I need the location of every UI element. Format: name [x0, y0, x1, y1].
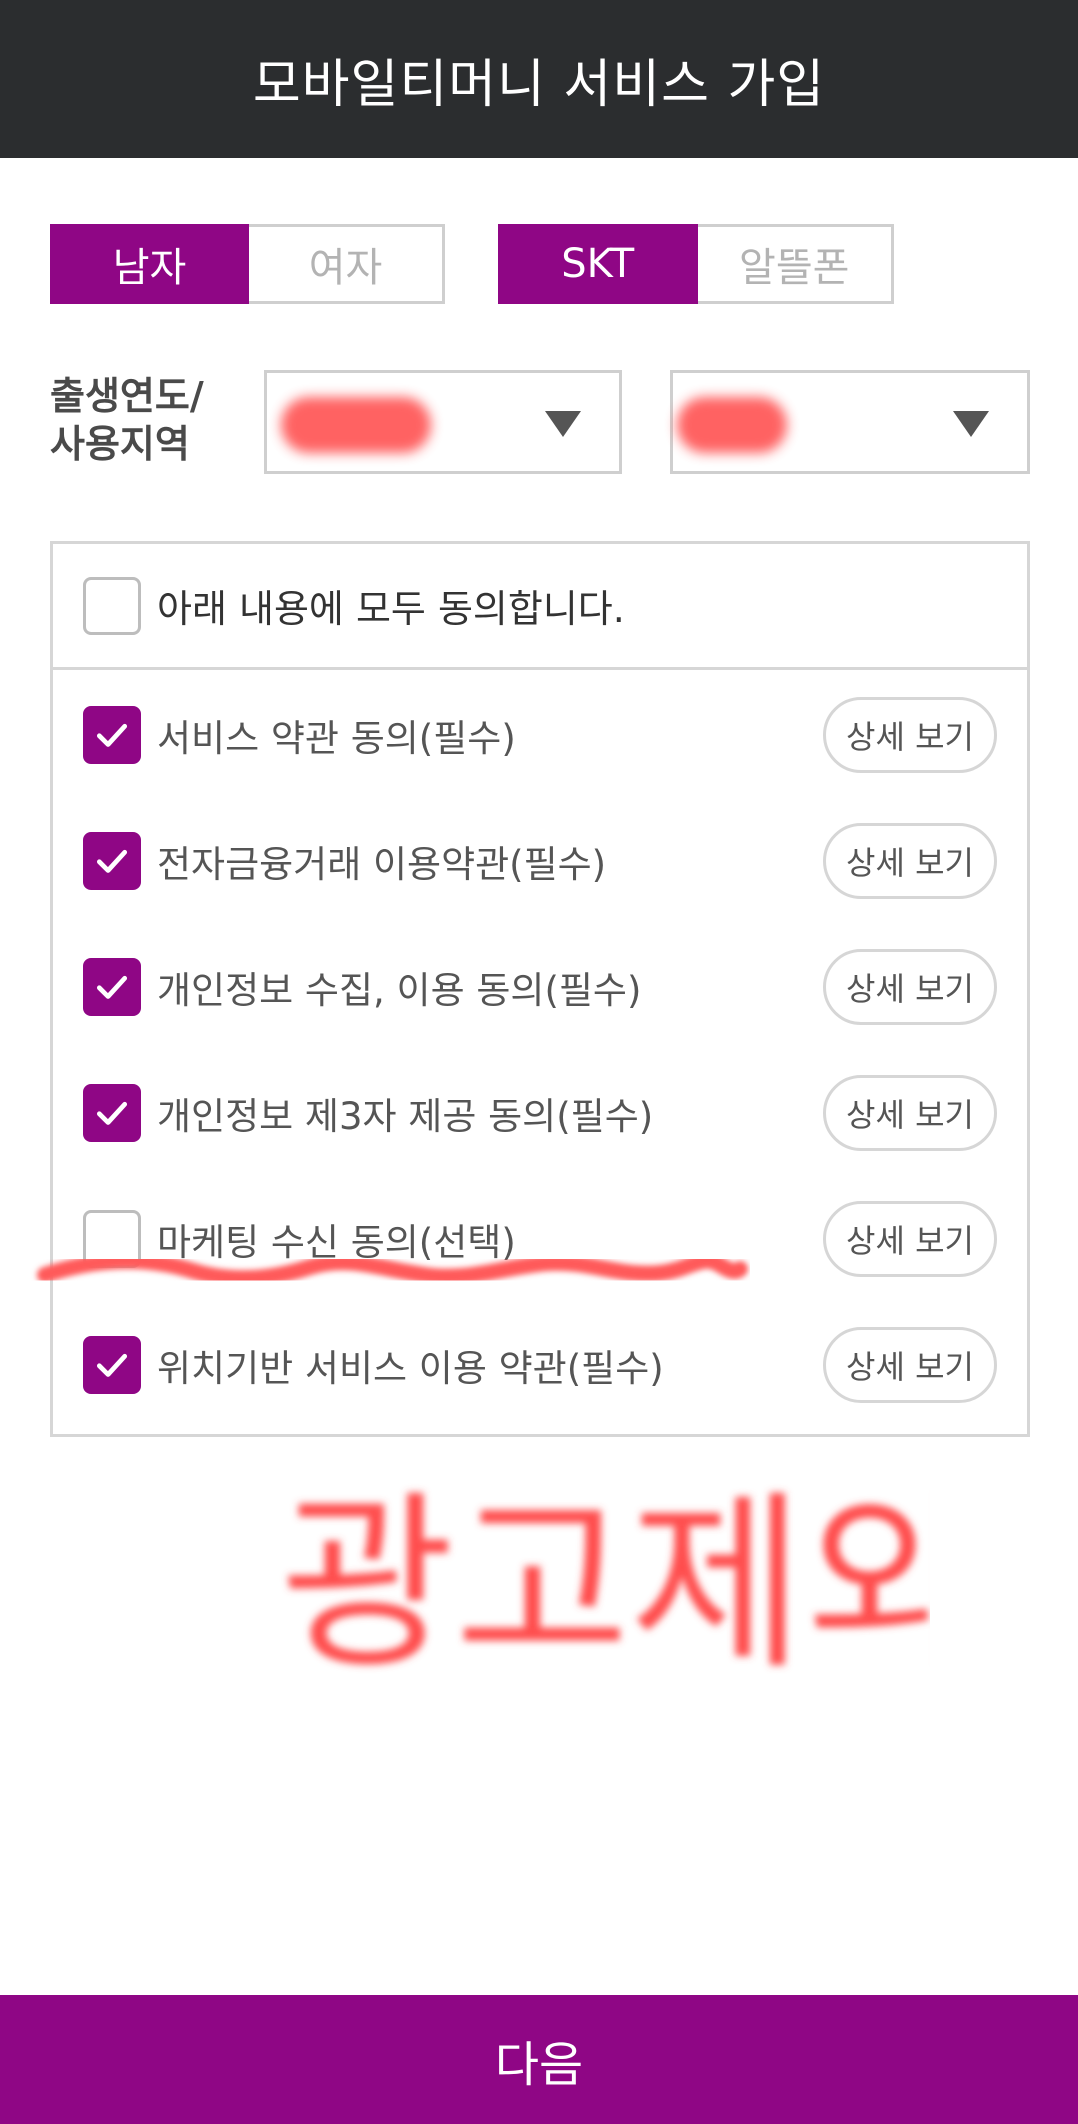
agreement-label: 전자금융거래 이용약관(필수) — [157, 843, 607, 886]
checkmark-icon — [96, 975, 128, 999]
checkbox-checked[interactable] — [83, 1084, 141, 1142]
gender-male-button[interactable]: 남자 — [50, 224, 249, 304]
view-details-button[interactable]: 상세 보기 — [823, 697, 997, 773]
handwritten-annotation: 광고제외 — [280, 1474, 930, 1695]
handwritten-text: 광고제외 — [280, 1474, 930, 1695]
birth-year-select[interactable] — [264, 370, 622, 474]
agreement-row: 개인정보 수집, 이용 동의(필수) 상세 보기 — [53, 947, 1027, 1027]
view-details-button[interactable]: 상세 보기 — [823, 1075, 997, 1151]
carrier-mvno-button[interactable]: 알뜰폰 — [697, 224, 894, 304]
view-details-button[interactable]: 상세 보기 — [823, 1327, 997, 1403]
checkbox-checked[interactable] — [83, 832, 141, 890]
checkmark-icon — [96, 723, 128, 747]
checkbox-checked[interactable] — [83, 1336, 141, 1394]
checkmark-icon — [96, 1101, 128, 1125]
checkbox-checked[interactable] — [83, 958, 141, 1016]
red-underline-annotation — [37, 1252, 748, 1287]
agree-all-row[interactable]: 아래 내용에 모두 동의합니다. — [53, 544, 1027, 670]
checkmark-icon — [96, 849, 128, 873]
agreement-label: 개인정보 제3자 제공 동의(필수) — [157, 1095, 654, 1138]
carrier-selector: SKT 알뜰폰 — [498, 224, 894, 304]
agreement-label: 위치기반 서비스 이용 약관(필수) — [157, 1347, 664, 1390]
view-details-button[interactable]: 상세 보기 — [823, 1201, 997, 1277]
gender-selector: 남자 여자 — [50, 224, 445, 304]
next-button[interactable]: 다음 — [0, 1995, 1078, 2124]
agreement-label: 서비스 약관 동의(필수) — [157, 717, 516, 760]
dropdown-arrow-icon — [953, 411, 989, 437]
carrier-skt-button[interactable]: SKT — [498, 224, 698, 304]
agreement-row: 전자금융거래 이용약관(필수) 상세 보기 — [53, 821, 1027, 901]
checkbox-checked[interactable] — [83, 706, 141, 764]
gender-female-button[interactable]: 여자 — [249, 224, 445, 304]
agreement-row: 개인정보 제3자 제공 동의(필수) 상세 보기 — [53, 1073, 1027, 1153]
birth-region-label: 출생연도/사용지역 — [50, 372, 260, 468]
agreement-row: 서비스 약관 동의(필수) 상세 보기 — [53, 695, 1027, 775]
page-header: 모바일티머니 서비스 가입 — [0, 0, 1078, 158]
agree-all-checkbox[interactable] — [83, 576, 141, 635]
redaction-scribble — [281, 397, 431, 453]
redaction-scribble — [677, 397, 787, 453]
view-details-button[interactable]: 상세 보기 — [823, 949, 997, 1025]
dropdown-arrow-icon — [545, 411, 581, 437]
region-select[interactable] — [670, 370, 1030, 474]
birth-region-label-text: 출생연도/사용지역 — [50, 374, 204, 466]
view-details-button[interactable]: 상세 보기 — [823, 823, 997, 899]
checkmark-icon — [96, 1353, 128, 1377]
page-title: 모바일티머니 서비스 가입 — [252, 54, 826, 115]
agree-all-label: 아래 내용에 모두 동의합니다. — [157, 587, 625, 631]
agreement-label: 개인정보 수집, 이용 동의(필수) — [157, 969, 642, 1012]
agreement-row: 위치기반 서비스 이용 약관(필수) 상세 보기 — [53, 1325, 1027, 1405]
